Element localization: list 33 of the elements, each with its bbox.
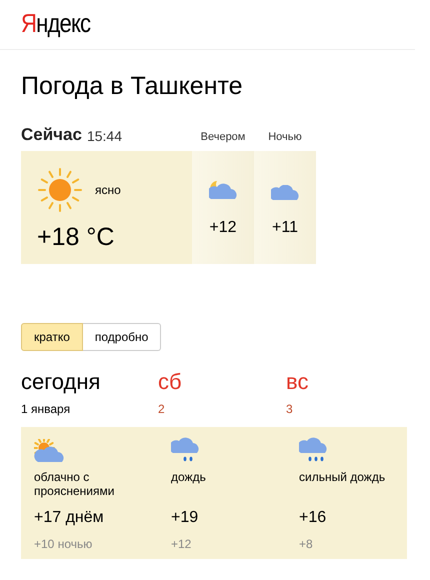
logo[interactable]: Яндекс — [21, 8, 90, 39]
current-time: 15:44 — [86, 128, 122, 144]
page-title: Погода в Ташкенте — [21, 72, 244, 101]
day-date: 1 января — [21, 402, 72, 416]
night-temperature: +10 ночью — [34, 537, 92, 551]
day-temperature: +16 — [299, 509, 326, 527]
moon-cloud-icon — [209, 179, 237, 201]
night-temperature: +8 — [299, 537, 313, 551]
period-label: Вечером — [200, 131, 246, 143]
condition-text: ясно — [95, 183, 121, 197]
day-temperature: +19 — [171, 509, 198, 527]
day-temperature: +17 днём — [34, 509, 104, 527]
day-name: вс — [286, 369, 310, 395]
day-date: 3 — [286, 402, 294, 416]
heavy-rain-icon — [299, 435, 327, 463]
condition-text: облачно с прояснениями — [34, 471, 116, 500]
view-tab[interactable]: кратко — [21, 323, 83, 351]
sun-icon — [37, 167, 83, 213]
day-name: сб — [158, 369, 183, 395]
now-label: Сейчас — [21, 125, 82, 145]
period-label: Ночью — [267, 131, 303, 143]
period-temperature: +11 — [272, 219, 298, 237]
day-name: сегодня — [21, 369, 102, 395]
day-date: 2 — [158, 402, 166, 416]
night-temperature: +12 — [171, 537, 192, 551]
rain-icon — [171, 435, 199, 463]
current-temperature: +18 °C — [37, 223, 116, 252]
sun-cloud-icon — [34, 439, 64, 463]
view-tab[interactable]: подробно — [82, 323, 162, 351]
period-temperature: +12 — [209, 219, 237, 237]
condition-text: сильный дождь — [299, 471, 386, 486]
cloud-icon — [271, 185, 299, 201]
condition-text: дождь — [171, 471, 206, 486]
